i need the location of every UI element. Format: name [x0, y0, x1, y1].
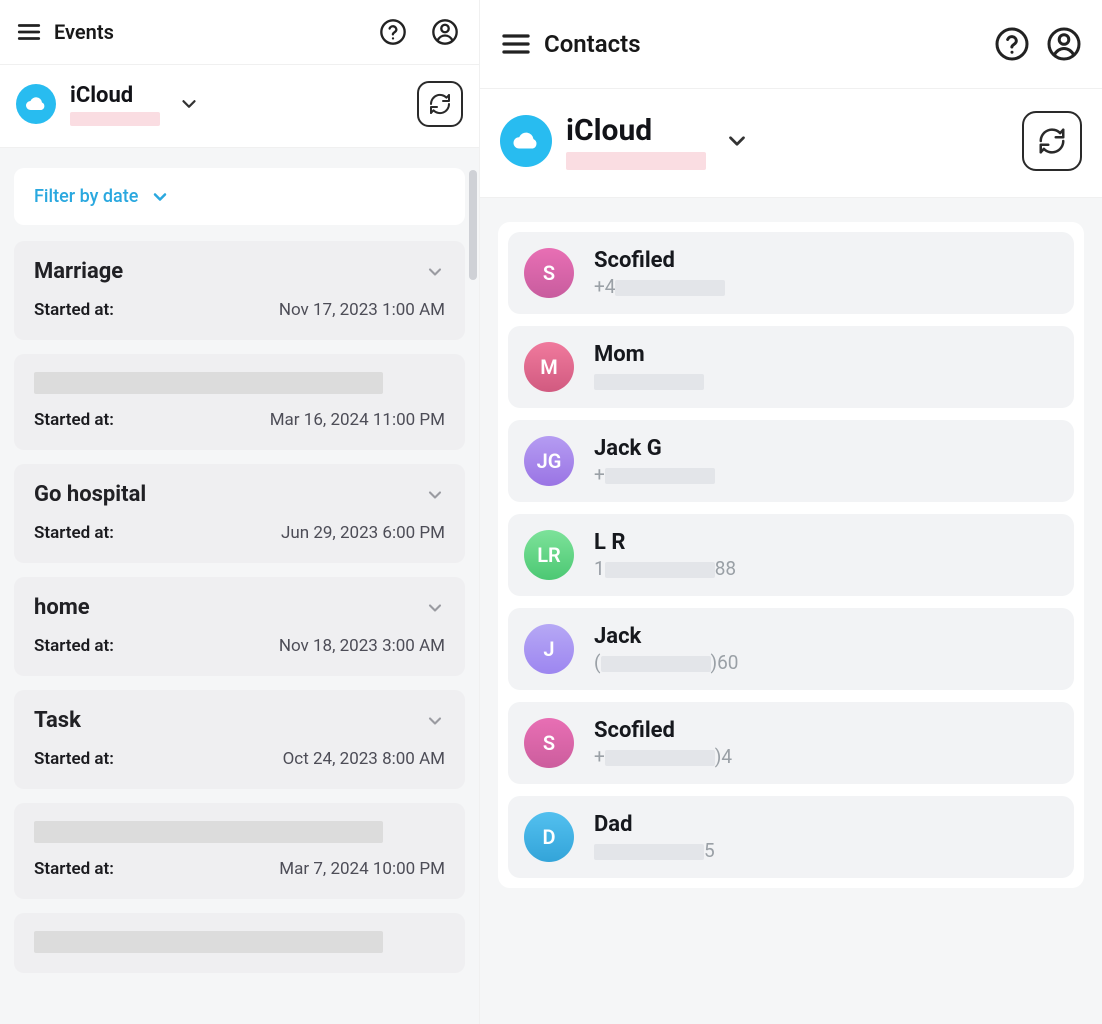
account-name: iCloud	[566, 113, 706, 148]
event-started-label: Started at:	[34, 300, 114, 320]
contact-phone: +)4	[594, 745, 732, 768]
filter-by-date[interactable]: Filter by date	[14, 168, 465, 225]
contact-avatar: S	[524, 248, 574, 298]
events-panel: Events iCloud Filter by date	[0, 0, 480, 1024]
event-card[interactable]: Marriage Started at: Nov 17, 2023 1:00 AM	[14, 241, 465, 340]
sync-button[interactable]	[1022, 111, 1082, 171]
contacts-list-container: SScofiled+4MMomJGJack G+LRL R188JJack()6…	[480, 198, 1102, 1024]
event-title-redacted	[34, 931, 383, 953]
chevron-down-icon[interactable]	[425, 598, 445, 618]
account-subtitle-redacted	[566, 152, 706, 170]
contact-phone: +	[594, 463, 715, 486]
chevron-down-icon[interactable]	[178, 93, 200, 115]
contact-avatar: M	[524, 342, 574, 392]
help-icon[interactable]	[994, 26, 1030, 62]
event-started-value: Jun 29, 2023 6:00 PM	[281, 523, 445, 543]
events-header: Events	[0, 0, 479, 65]
redacted-span	[594, 844, 704, 860]
redacted-span	[601, 656, 711, 672]
event-started-label: Started at:	[34, 523, 114, 543]
redacted-span	[605, 750, 715, 766]
account-subtitle-redacted	[70, 112, 160, 126]
event-started-value: Mar 16, 2024 11:00 PM	[270, 410, 445, 430]
contact-avatar: LR	[524, 530, 574, 580]
hamburger-icon[interactable]	[500, 28, 532, 60]
chevron-down-icon[interactable]	[724, 128, 750, 154]
event-started-label: Started at:	[34, 859, 114, 879]
contact-row[interactable]: D Dad5	[508, 796, 1074, 878]
contact-row[interactable]: S Scofiled+4	[508, 232, 1074, 314]
event-card[interactable]: home Started at: Nov 18, 2023 3:00 AM	[14, 577, 465, 676]
contact-name: Jack	[594, 624, 739, 649]
profile-icon[interactable]	[427, 14, 463, 50]
event-title: Go hospital	[34, 482, 146, 507]
redacted-span	[615, 280, 725, 296]
chevron-down-icon	[150, 187, 170, 207]
filter-label: Filter by date	[34, 186, 138, 207]
contacts-header: Contacts	[480, 0, 1102, 89]
cloud-icon	[16, 84, 56, 124]
chevron-down-icon[interactable]	[425, 485, 445, 505]
contact-row[interactable]: J Jack()60	[508, 608, 1074, 690]
scrollbar-thumb[interactable]	[469, 170, 477, 280]
chevron-down-icon[interactable]	[425, 262, 445, 282]
event-title: Task	[34, 708, 81, 733]
contact-row[interactable]: LR L R188	[508, 514, 1074, 596]
event-started-value: Mar 7, 2024 10:00 PM	[279, 859, 445, 879]
event-started-value: Nov 18, 2023 3:00 AM	[279, 636, 445, 656]
event-started-value: Oct 24, 2023 8:00 AM	[283, 749, 445, 769]
hamburger-icon[interactable]	[16, 19, 42, 45]
event-title-redacted	[34, 821, 383, 843]
contact-name: Mom	[594, 342, 704, 367]
page-title: Contacts	[544, 30, 641, 58]
event-title-redacted	[34, 372, 383, 394]
event-card[interactable]: Task Started at: Oct 24, 2023 8:00 AM	[14, 690, 465, 789]
contact-row[interactable]: JG Jack G+	[508, 420, 1074, 502]
profile-icon[interactable]	[1046, 26, 1082, 62]
cloud-icon	[500, 115, 552, 167]
contact-row[interactable]: S Scofiled+)4	[508, 702, 1074, 784]
event-card[interactable]: Started at: Mar 16, 2024 11:00 PM	[14, 354, 465, 450]
contact-name: Scofiled	[594, 718, 732, 743]
sync-button[interactable]	[417, 81, 463, 127]
contact-avatar: J	[524, 624, 574, 674]
event-started-label: Started at:	[34, 410, 114, 430]
event-card[interactable]: Go hospital Started at: Jun 29, 2023 6:00 …	[14, 464, 465, 563]
event-started-value: Nov 17, 2023 1:00 AM	[279, 300, 445, 320]
contact-row[interactable]: M Mom	[508, 326, 1074, 408]
contact-phone: +4	[594, 275, 725, 298]
contact-name: Scofiled	[594, 248, 725, 273]
events-account-row: iCloud	[0, 65, 479, 148]
help-icon[interactable]	[375, 14, 411, 50]
contact-name: Dad	[594, 812, 715, 837]
redacted-span	[594, 374, 704, 390]
contacts-panel: Contacts iCloud SScofiled+4MMomJGJack G+…	[480, 0, 1102, 1024]
account-name: iCloud	[70, 83, 160, 108]
contact-name: L R	[594, 530, 736, 555]
contact-phone	[594, 369, 704, 392]
event-title: Marriage	[34, 259, 123, 284]
chevron-down-icon[interactable]	[425, 711, 445, 731]
event-started-label: Started at:	[34, 749, 114, 769]
contact-avatar: JG	[524, 436, 574, 486]
event-title: home	[34, 595, 90, 620]
redacted-span	[605, 562, 715, 578]
event-card[interactable]	[14, 913, 465, 973]
contact-avatar: D	[524, 812, 574, 862]
contact-phone: ()60	[594, 651, 739, 674]
contact-avatar: S	[524, 718, 574, 768]
event-started-label: Started at:	[34, 636, 114, 656]
page-title: Events	[54, 20, 114, 44]
contact-phone: 5	[594, 839, 715, 862]
contacts-account-row: iCloud	[480, 89, 1102, 198]
contact-name: Jack G	[594, 436, 715, 461]
events-list-container: Filter by date Marriage Started at: Nov 17…	[0, 148, 479, 1024]
redacted-span	[605, 468, 715, 484]
contact-phone: 188	[594, 557, 736, 580]
event-card[interactable]: Started at: Mar 7, 2024 10:00 PM	[14, 803, 465, 899]
